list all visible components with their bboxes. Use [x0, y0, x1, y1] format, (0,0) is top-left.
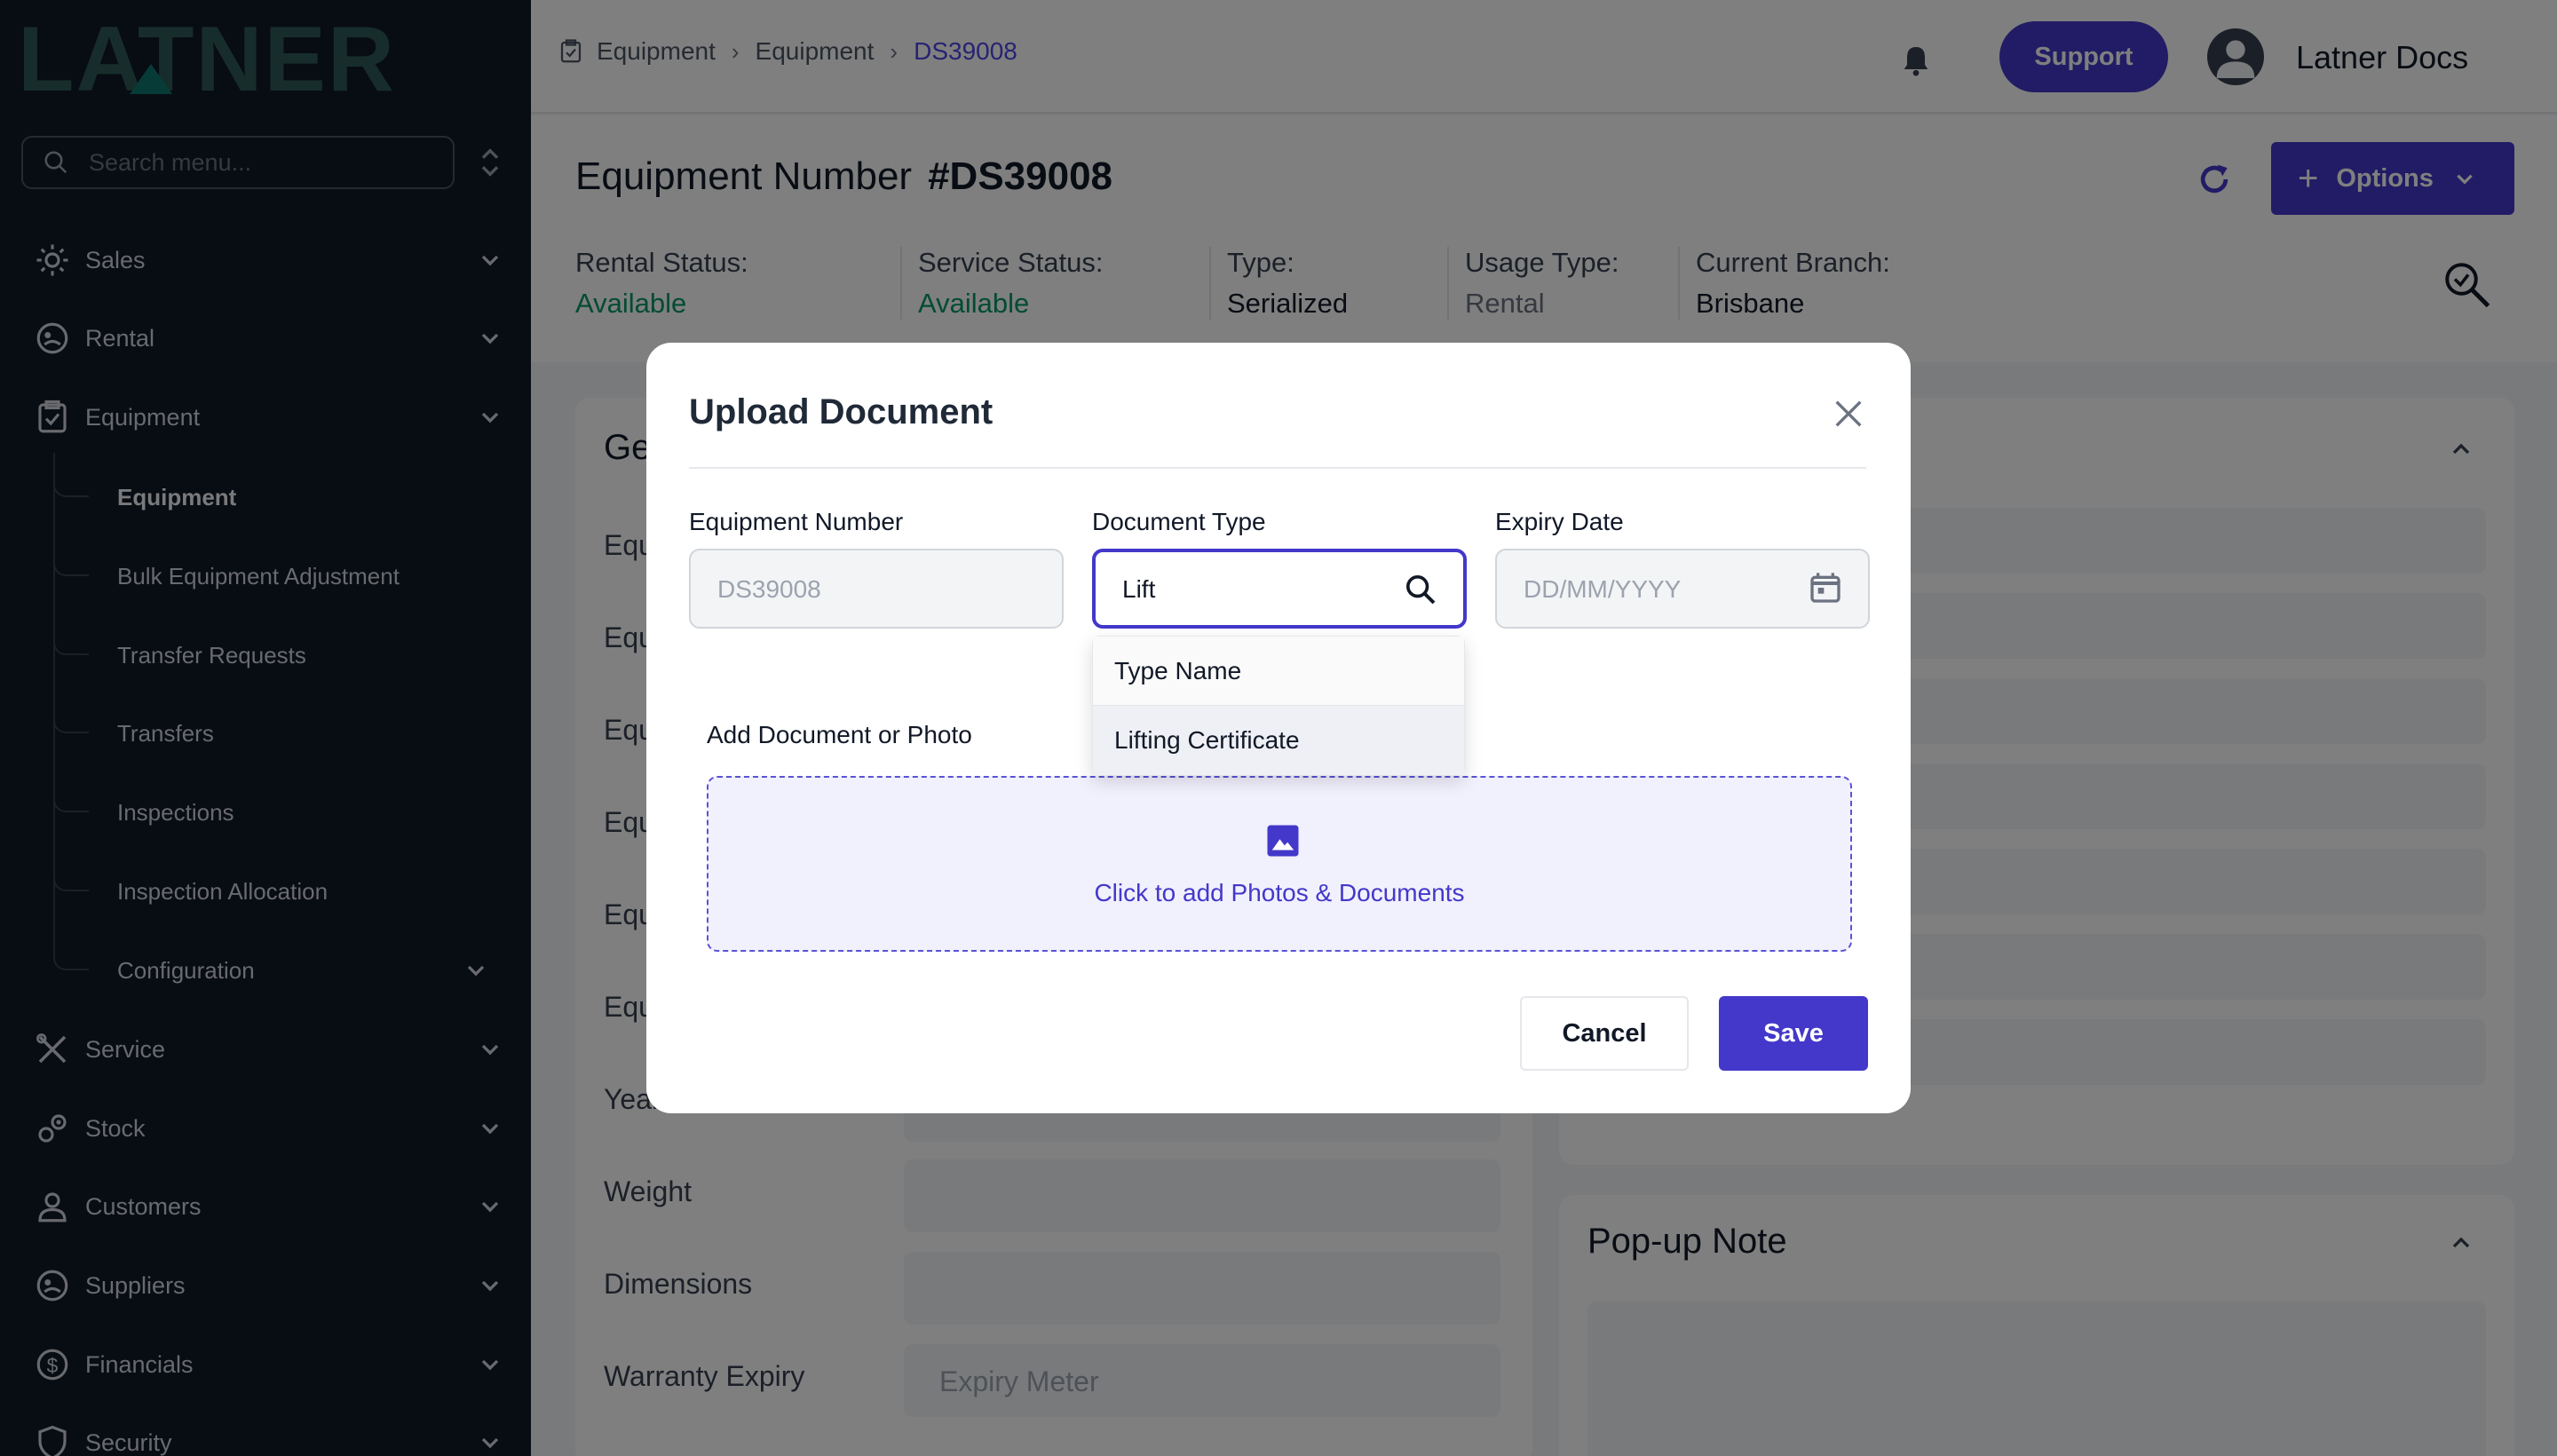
dropdown-option-lifting-certificate[interactable]: Lifting Certificate	[1093, 706, 1464, 775]
equipment-number-label: Equipment Number	[689, 508, 904, 535]
document-type-label: Document Type	[1092, 508, 1266, 535]
dropdown-header: Type Name	[1093, 637, 1464, 706]
expiry-date-label: Expiry Date	[1495, 508, 1624, 535]
equipment-number-field[interactable]: DS39008	[689, 549, 1064, 629]
close-icon[interactable]	[1831, 396, 1866, 431]
upload-document-modal: Upload Document Equipment Number DS39008…	[646, 343, 1911, 1113]
expiry-date-input[interactable]: DD/MM/YYYY	[1495, 549, 1870, 629]
calendar-icon[interactable]	[1808, 570, 1843, 605]
save-button[interactable]: Save	[1719, 996, 1868, 1071]
equipment-number-value: DS39008	[717, 575, 821, 603]
add-document-label: Add Document or Photo	[707, 721, 972, 748]
modal-divider	[689, 467, 1866, 469]
modal-title: Upload Document	[689, 392, 994, 431]
document-type-input[interactable]: Lift	[1092, 549, 1467, 629]
document-type-dropdown: Type Name Lifting Certificate	[1092, 636, 1465, 775]
search-icon[interactable]	[1403, 572, 1438, 607]
image-icon	[1267, 825, 1299, 857]
drop-zone-text: Click to add Photos & Documents	[1094, 879, 1465, 906]
document-type-value: Lift	[1122, 575, 1156, 603]
document-drop-zone[interactable]: Click to add Photos & Documents	[707, 776, 1852, 952]
cancel-button[interactable]: Cancel	[1520, 996, 1689, 1071]
expiry-date-placeholder: DD/MM/YYYY	[1524, 575, 1682, 603]
